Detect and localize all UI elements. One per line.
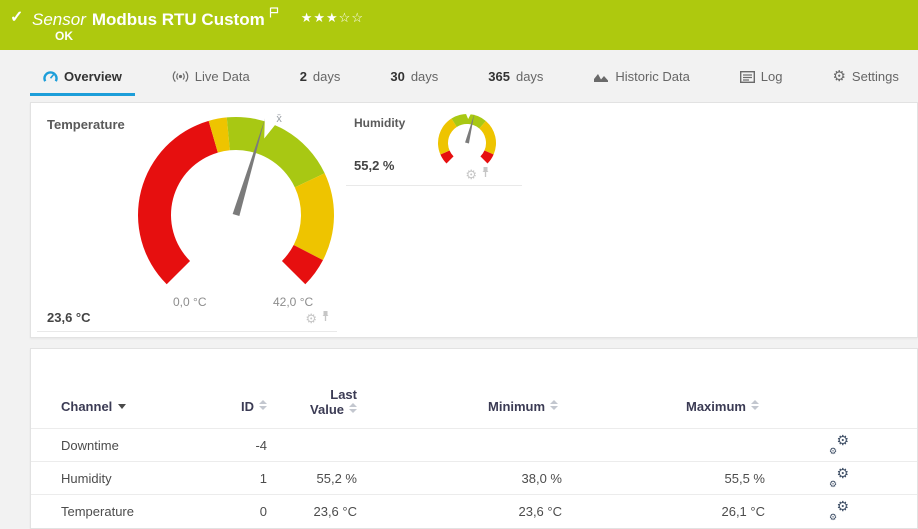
channel-id: 1: [259, 471, 267, 486]
channel-id: 0: [259, 504, 267, 519]
mean-marker-label: x̄: [276, 113, 282, 125]
humidity-gauge-tile: Humidity 55,2 % ⚙: [346, 107, 522, 186]
channel-name: Downtime: [61, 438, 119, 453]
edit-channel-gears-icon[interactable]: ⚙ ⚙: [829, 432, 849, 456]
gear-icon[interactable]: ⚙: [305, 312, 317, 325]
tab-settings[interactable]: ⚙ Settings: [819, 60, 911, 96]
last-value: 23,6 °C: [313, 504, 357, 519]
sort-icon: [349, 403, 357, 413]
column-header-minimum[interactable]: Minimum: [488, 399, 559, 414]
priority-stars[interactable]: ★★★☆☆: [301, 10, 364, 25]
gauge-scale-min: 0,0 °C: [173, 295, 207, 309]
sort-icon: [550, 400, 559, 410]
table-row-temperature: Temperature 0 23,6 °C 23,6 °C 26,1 °C ⚙ ⚙: [31, 494, 917, 527]
sort-desc-icon: [118, 404, 127, 409]
gauge-scale-max: 42,0 °C: [273, 295, 314, 309]
tab-label: days: [410, 69, 439, 84]
minimum-value: 23,6 °C: [518, 504, 562, 519]
channel-id: -4: [255, 438, 267, 453]
table-row-downtime: Downtime -4 ⚙ ⚙: [31, 428, 917, 461]
tab-label: Overview: [64, 69, 122, 84]
tab-label: Settings: [851, 69, 899, 84]
sort-icon: [259, 400, 267, 410]
sensor-header: ✓ Sensor Modbus RTU Custom ★★★☆☆ OK: [0, 0, 918, 50]
pin-icon[interactable]: [321, 309, 330, 327]
tab-label: days: [312, 69, 341, 84]
column-header-last-value[interactable]: Last Value: [310, 387, 357, 417]
column-header-channel[interactable]: Channel: [61, 399, 127, 414]
tab-historic-data[interactable]: Historic Data: [580, 60, 702, 96]
channel-table-panel: Channel ID Last Value Minimum Maximum Dow…: [30, 348, 918, 529]
broadcast-icon: [172, 70, 189, 83]
tab-number: 30: [390, 69, 405, 84]
log-icon: [739, 70, 755, 83]
tab-bar: Overview Live Data 2 days 30 days 365 days Histo…: [30, 60, 912, 96]
minimum-value: 38,0 %: [521, 471, 562, 486]
status-badge: OK: [55, 29, 73, 43]
tab-log[interactable]: Log: [727, 60, 796, 96]
column-header-maximum[interactable]: Maximum: [686, 399, 759, 414]
last-value: 55,2 %: [316, 471, 357, 486]
table-header-row: Channel ID Last Value Minimum Maximum: [31, 349, 917, 428]
channel-name: Temperature: [61, 504, 134, 519]
tab-number: 365: [488, 69, 510, 84]
temperature-gauge: x̄: [138, 113, 334, 285]
column-header-id[interactable]: ID: [241, 399, 267, 414]
ok-check-icon: ✓: [10, 9, 24, 26]
tab-365-days[interactable]: 365 days: [475, 60, 556, 96]
tab-overview[interactable]: Overview: [30, 60, 135, 96]
sensor-kind-label: Sensor: [32, 10, 86, 29]
tab-live-data[interactable]: Live Data: [159, 60, 263, 96]
chart-icon: [593, 71, 609, 83]
tab-label: Log: [760, 69, 783, 84]
tab-30-days[interactable]: 30 days: [377, 60, 451, 96]
maximum-value: 55,5 %: [724, 471, 765, 486]
sensor-title: Modbus RTU Custom: [91, 10, 265, 29]
temperature-value: 23,6 °C: [47, 310, 91, 325]
gauge-title-temperature: Temperature: [47, 117, 125, 132]
overview-panel: Temperature x̄ 0,0 °C 42,0 °C 23,6 °C ⚙ …: [30, 102, 918, 338]
edit-channel-gears-icon[interactable]: ⚙ ⚙: [829, 465, 849, 489]
gauge-title-humidity: Humidity: [354, 116, 406, 130]
temperature-gauge-tile: Temperature x̄ 0,0 °C 42,0 °C 23,6 °C ⚙: [37, 107, 337, 332]
tab-2-days[interactable]: 2 days: [287, 60, 354, 96]
tab-label: Historic Data: [615, 69, 690, 84]
pin-icon[interactable]: [481, 165, 490, 183]
gauge-icon: [43, 70, 58, 83]
maximum-value: 26,1 °C: [721, 504, 765, 519]
humidity-value: 55,2 %: [354, 158, 395, 173]
tab-label: Live Data: [194, 69, 250, 84]
sort-icon: [750, 400, 759, 410]
channel-name: Humidity: [61, 471, 112, 486]
gear-icon[interactable]: ⚙: [465, 168, 477, 181]
table-row-humidity: Humidity 1 55,2 % 38,0 % 55,5 % ⚙ ⚙: [31, 461, 917, 494]
tab-label: days: [515, 69, 544, 84]
tab-number: 2: [299, 69, 307, 84]
table-body: Downtime -4 ⚙ ⚙ Humidity 1 55,2 % 38,0 % 55,5 % ⚙…: [31, 428, 917, 527]
gear-icon: ⚙: [832, 67, 846, 85]
flag-icon: [269, 5, 279, 23]
edit-channel-gears-icon[interactable]: ⚙ ⚙: [829, 498, 849, 522]
